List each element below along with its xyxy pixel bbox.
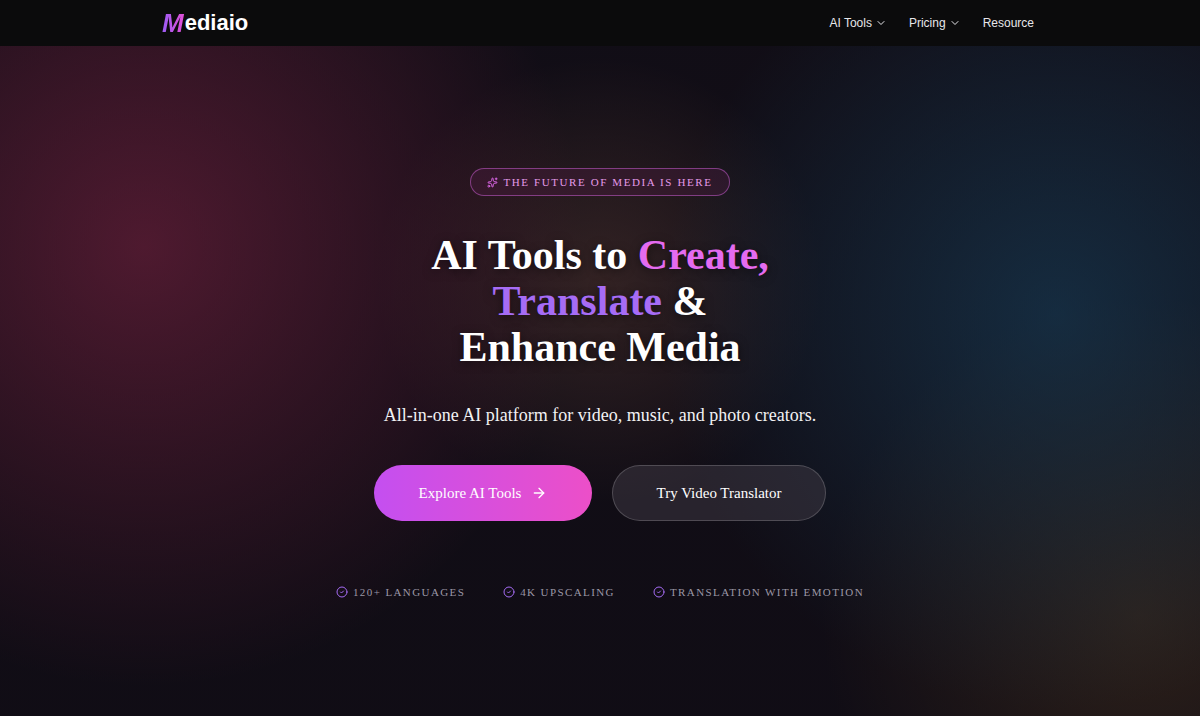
chevron-down-icon (949, 17, 961, 29)
nav-item[interactable]: Pricing (909, 16, 961, 30)
logo-mark: M (162, 8, 185, 39)
nav-item[interactable]: Resource (983, 16, 1034, 30)
headline-line: Enhance Media (459, 324, 740, 370)
headline-line: AI Tools to Create, (431, 232, 769, 278)
feature-item: 4K UPSCALING (503, 586, 615, 598)
hero-buttons: Explore AI Tools Try Video Translator (374, 465, 826, 521)
check-circle-icon (336, 586, 348, 598)
feature-item: TRANSLATION WITH EMOTION (653, 586, 864, 598)
headline-segment: AI Tools to (431, 232, 638, 278)
hero-background: THE FUTURE OF MEDIA IS HERE AI Tools to C… (0, 46, 1200, 716)
headline-segment: Enhance Media (459, 324, 740, 370)
chevron-down-icon (875, 17, 887, 29)
feature-list: 120+ LANGUAGES 4K UPSCALING TRANSLATION WI… (336, 586, 864, 598)
sparkle-icon (487, 177, 498, 188)
logo[interactable]: Mediaio (162, 8, 248, 39)
headline-segment: Translate (492, 278, 662, 324)
headline-segment: Create, (638, 232, 769, 278)
hero-headline: AI Tools to Create,Translate &Enhance Me… (431, 232, 769, 370)
translator-button[interactable]: Try Video Translator (612, 465, 826, 521)
logo-text: ediaio (185, 10, 249, 36)
arrow-right-icon (531, 485, 547, 501)
explore-button[interactable]: Explore AI Tools (374, 465, 592, 521)
nav-bar: Mediaio AI Tools Pricing Resource (0, 0, 1200, 46)
check-circle-icon (503, 586, 515, 598)
nav-menu: AI Tools Pricing Resource (829, 16, 1034, 30)
hero-content: THE FUTURE OF MEDIA IS HERE AI Tools to C… (336, 168, 864, 598)
feature-item: 120+ LANGUAGES (336, 586, 465, 598)
page: Mediaio AI Tools Pricing Resource THE FUTURE… (0, 0, 1200, 716)
nav-item[interactable]: AI Tools (829, 16, 886, 30)
hero-subtitle: All-in-one AI platform for video, music,… (384, 403, 816, 427)
hero-badge: THE FUTURE OF MEDIA IS HERE (470, 168, 729, 196)
headline-segment: & (662, 278, 708, 324)
headline-line: Translate & (492, 278, 707, 324)
check-circle-icon (653, 586, 665, 598)
